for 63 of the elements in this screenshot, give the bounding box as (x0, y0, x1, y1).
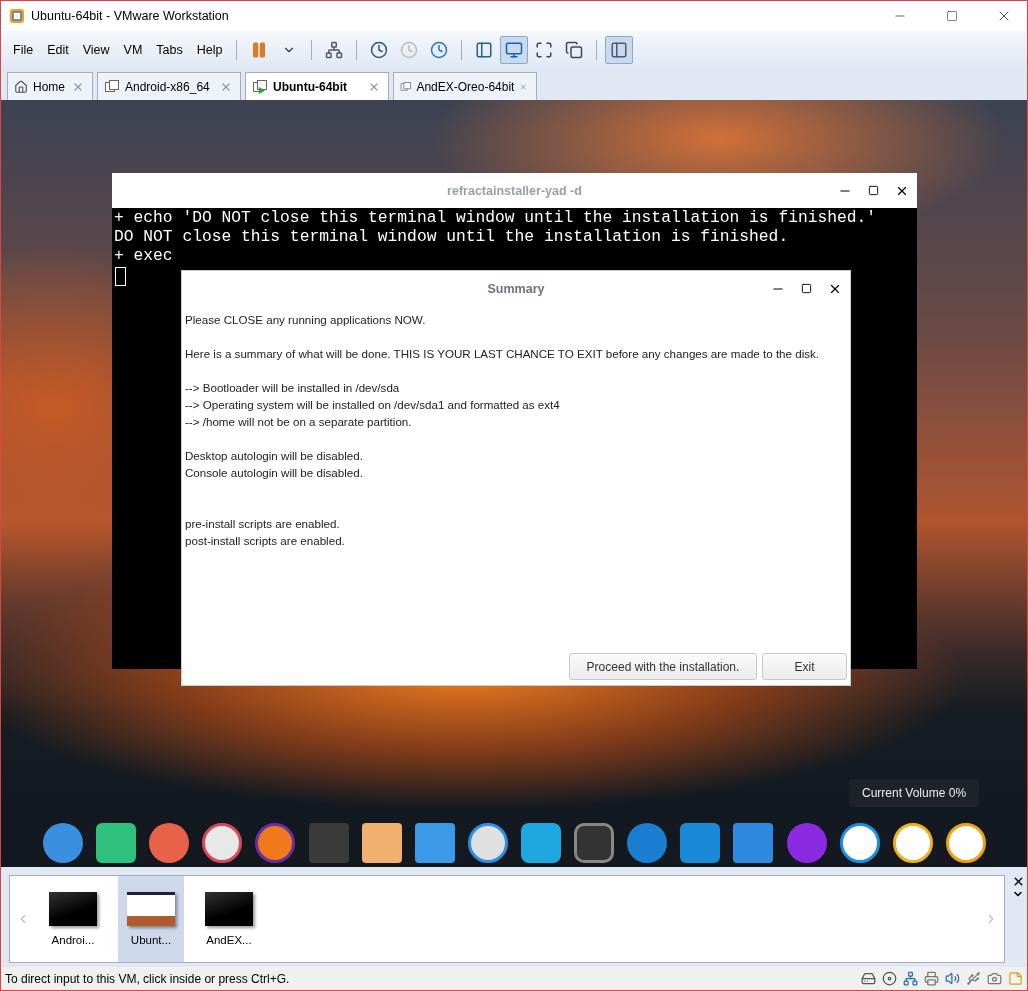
screen-preview (205, 892, 253, 926)
vm-tab[interactable]: Home (7, 72, 93, 100)
menu-item[interactable]: Edit (41, 39, 75, 61)
panel-icon (475, 41, 494, 59)
note-icon (1008, 971, 1023, 986)
dialog-title: Summary (487, 281, 545, 296)
vm-thumbnail[interactable]: AndEX... (196, 876, 262, 962)
windows-icon (565, 41, 584, 59)
window-icon[interactable] (96, 823, 137, 863)
running-vm-icon (252, 78, 268, 95)
thumbnail-label: Androi... (51, 934, 95, 946)
menu-item[interactable]: View (76, 39, 116, 61)
summary-text: post-install scripts are enabled. (185, 533, 346, 549)
usb-icon (966, 971, 981, 986)
network-icon (325, 41, 344, 59)
screen-preview (127, 892, 175, 926)
window-title: refractainstaller-yad -d (447, 183, 582, 198)
vm-tab[interactable]: AndEX-Oreo-64bit (393, 72, 537, 100)
sound-icon (945, 971, 960, 986)
summary-text: Here is a summary of what will be done. THIS IS YOUR LAST CHANCE TO EXIT before any changes are made to the disk. (185, 346, 821, 362)
monitor-icon (505, 41, 524, 59)
vm-tab[interactable]: Android-x86_64 (97, 72, 241, 100)
maximize-button[interactable] (801, 283, 812, 294)
ring-icon[interactable] (839, 823, 880, 863)
menu-item[interactable]: VM (117, 39, 149, 61)
vmware-logo-icon (9, 8, 25, 24)
panel-icon (610, 41, 629, 59)
status-text: To direct input to this VM, click inside or press Ctrl+G. (5, 971, 291, 986)
camera-icon (987, 971, 1002, 986)
maximize-icon (946, 10, 958, 22)
terminal-line: + echo 'DO NOT close this terminal window until the installation is finished.' (113, 208, 878, 227)
window-title: Ubuntu-64bit - VMware Workstation (31, 9, 230, 23)
vm-thumbnail[interactable]: Ubunt... (118, 876, 184, 962)
exit-button[interactable]: Exit (762, 653, 847, 680)
home-icon (14, 79, 28, 94)
summary-text: Console autologin will be disabled. (185, 465, 364, 481)
vm-thumbnail[interactable]: Androi... (40, 876, 106, 962)
summary-text: Desktop autologin will be disabled. (185, 448, 364, 464)
summary-text: --> Operating system will be installed on /dev/sda1 and formatted as ext4 (185, 397, 561, 413)
thumbnail-bar-button[interactable] (605, 36, 634, 64)
menu-item[interactable]: File (7, 39, 40, 61)
summary-text: pre-install scripts are enabled. (185, 516, 341, 532)
menu-item[interactable]: Tabs (150, 39, 189, 61)
vm-icon (104, 78, 120, 95)
network-icon (903, 971, 918, 986)
proceed-button[interactable]: Proceed with the installation. (569, 653, 757, 680)
console-view-button[interactable] (500, 36, 529, 64)
terminal-line: + exec (113, 246, 174, 265)
vm-tab[interactable]: Ubuntu-64bit (245, 72, 389, 100)
circle-icon[interactable] (149, 823, 190, 863)
summary-text: Please CLOSE any running applications NOW. (185, 312, 427, 328)
volume-tooltip: Current Volume 0% (849, 779, 980, 807)
summary-text: --> Bootloader will be installed in /dev/sda (185, 380, 401, 396)
terminal-line: DO NOT close this terminal window until the installation is finished. (113, 227, 790, 246)
summary-text: --> /home will not be on a separate partition. (185, 414, 413, 430)
fullscreen-icon (535, 41, 554, 59)
thumbnail-label: AndEX... (206, 934, 252, 946)
terminal-cursor (115, 267, 126, 286)
maximize-button[interactable] (868, 185, 879, 196)
screen-preview (49, 892, 97, 926)
printer-icon (924, 971, 939, 986)
menu-item[interactable]: Help (190, 39, 229, 61)
thumbnail-label: Ubunt... (130, 934, 172, 946)
